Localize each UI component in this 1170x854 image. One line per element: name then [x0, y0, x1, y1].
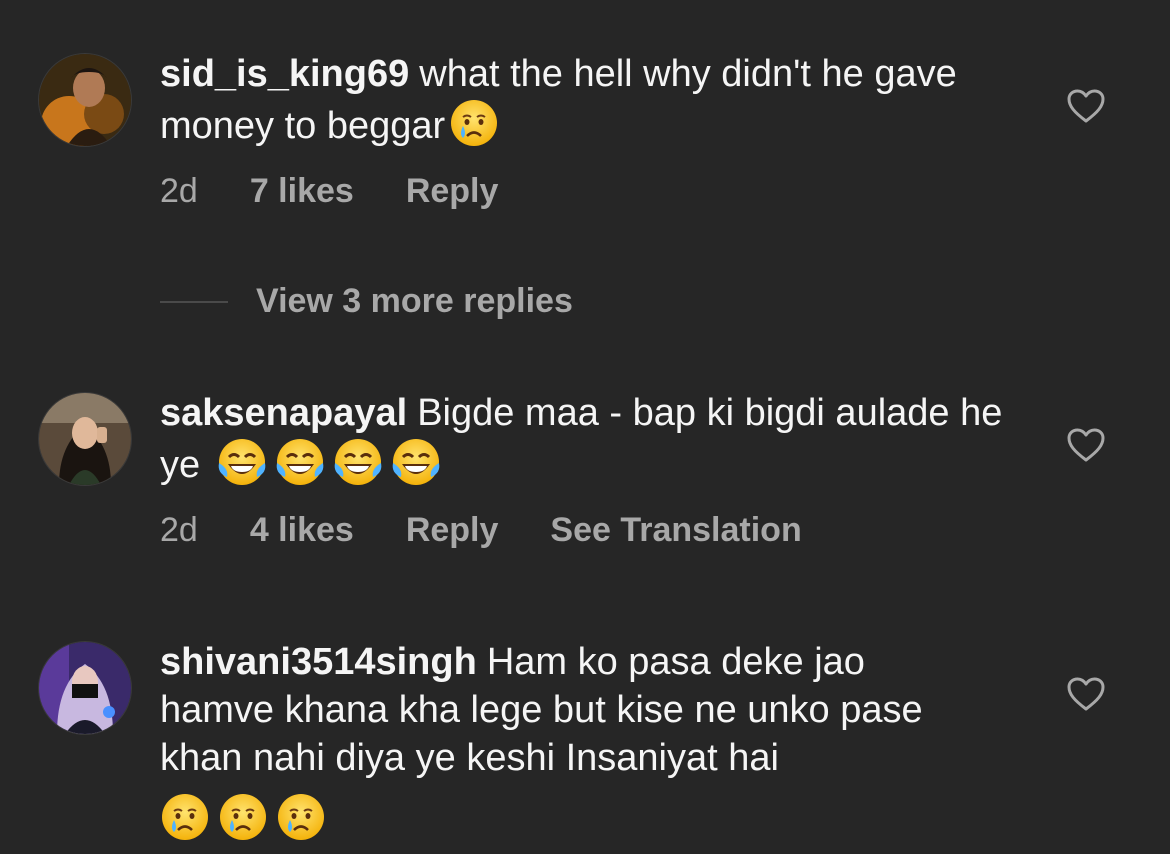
crying-face-emoji-icon: [449, 98, 499, 148]
crying-face-emoji-icon: [160, 792, 210, 842]
comment-username[interactable]: shivani3514singh: [160, 641, 477, 683]
comment-age: 2d: [160, 511, 198, 549]
comment-text: shivani3514singh Ham ko pasa deke jao ham…: [160, 638, 980, 844]
comment-username[interactable]: saksenapayal: [160, 392, 407, 434]
tears-of-joy-emoji-icon: [333, 437, 383, 487]
comment-age: 2d: [160, 172, 198, 210]
reply-button[interactable]: Reply: [406, 172, 499, 211]
tears-of-joy-emoji-icon: [391, 437, 441, 487]
see-translation-button[interactable]: See Translation: [550, 511, 801, 550]
tears-of-joy-emoji-icon: [217, 437, 267, 487]
comment-meta: 2d 4 likes Reply See Translation: [160, 511, 854, 550]
view-more-replies[interactable]: View 3 more replies: [160, 282, 573, 321]
likes-count[interactable]: 7 likes: [250, 172, 354, 211]
heart-outline-icon[interactable]: [1066, 88, 1106, 124]
reply-button[interactable]: Reply: [406, 511, 499, 550]
replies-divider: [160, 300, 228, 303]
avatar[interactable]: [38, 392, 132, 486]
crying-face-emoji-icon: [276, 792, 326, 842]
comment-text: saksenapayal Bigde maa - bap ki bigdi aul…: [160, 389, 1020, 489]
heart-outline-icon[interactable]: [1066, 676, 1106, 712]
crying-face-emoji-icon: [218, 792, 268, 842]
likes-count[interactable]: 4 likes: [250, 511, 354, 550]
comment-username[interactable]: sid_is_king69: [160, 53, 409, 95]
avatar[interactable]: [38, 641, 132, 735]
avatar[interactable]: [38, 53, 132, 147]
tears-of-joy-emoji-icon: [275, 437, 325, 487]
comment-meta: 2d 7 likes Reply: [160, 172, 550, 211]
heart-outline-icon[interactable]: [1066, 427, 1106, 463]
view-more-replies-label[interactable]: View 3 more replies: [256, 282, 573, 321]
comment-text: sid_is_king69 what the hell why didn't he…: [160, 50, 1020, 150]
